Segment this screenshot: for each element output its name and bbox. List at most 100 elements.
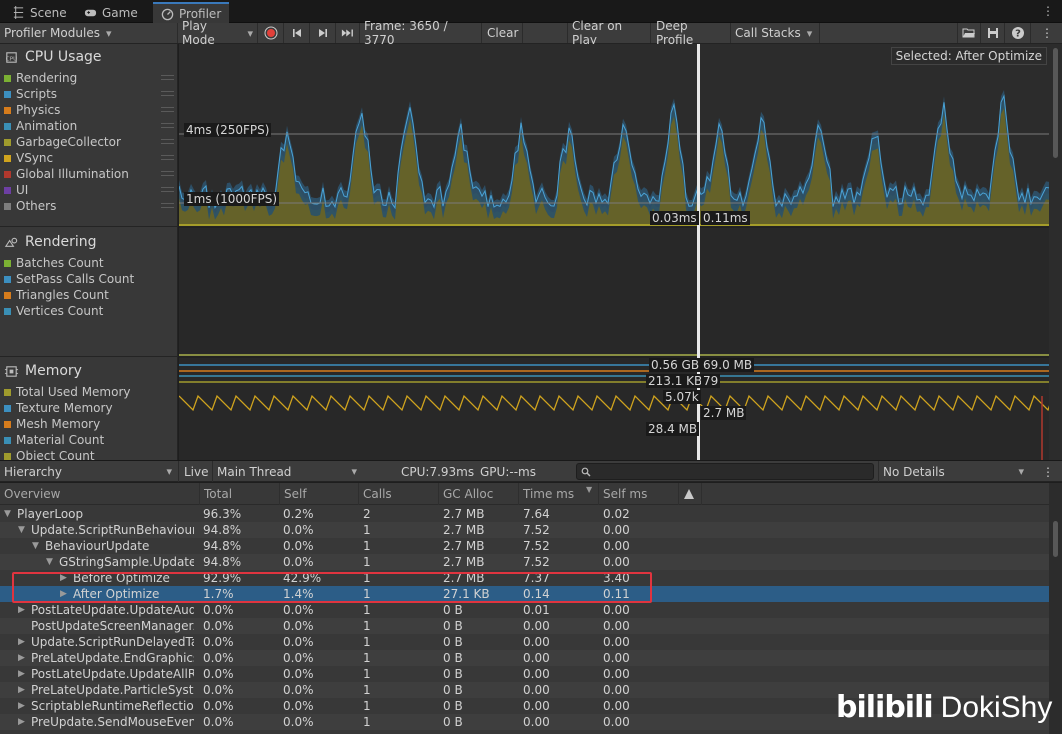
row-calls-cell: 2 (363, 507, 371, 521)
collapse-arrow-icon[interactable]: ▼ (4, 506, 11, 522)
search-input[interactable] (576, 463, 874, 480)
thread-dropdown[interactable]: Main Thread (213, 461, 363, 482)
module-series-item[interactable]: Total Used Memory (0, 384, 178, 400)
collapse-arrow-icon[interactable]: ▼ (18, 522, 25, 538)
module-series-item[interactable]: Triangles Count (0, 287, 178, 303)
module-series-item[interactable]: Texture Memory (0, 400, 178, 416)
more-options-icon[interactable]: ⋮ (1035, 23, 1059, 43)
cpu-1ms-label: 1ms (1000FPS) (184, 192, 280, 206)
module-series-item[interactable]: SetPass Calls Count (0, 271, 178, 287)
play-mode-dropdown[interactable]: Play Mode (178, 19, 258, 47)
view-type-dropdown[interactable]: Hierarchy (0, 461, 179, 482)
column-self[interactable]: Self (279, 483, 358, 505)
memory-module[interactable]: Memory Total Used Memory Texture Memory Me… (0, 357, 178, 463)
table-row[interactable]: ▶ PostLateUpdate.UpdateAllRe 0.0% 0.0% 1 0 B 0… (0, 666, 1049, 682)
rendering-module[interactable]: Rendering Batches Count SetPass Calls Cou… (0, 227, 178, 357)
help-button[interactable]: ? (1005, 23, 1031, 43)
row-total-cell: 0.0% (203, 699, 234, 713)
tab-scene[interactable]: Scene (4, 2, 75, 23)
expand-arrow-icon[interactable]: ▶ (18, 602, 25, 618)
column-gc-alloc[interactable]: GC Alloc (438, 483, 518, 505)
scrollbar-thumb[interactable] (1053, 48, 1058, 158)
module-series-item[interactable]: Physics (0, 102, 178, 118)
module-series-item[interactable]: VSync (0, 150, 178, 166)
row-gc-cell: 0 B (443, 651, 463, 665)
series-label: GarbageCollector (16, 135, 121, 149)
scrollbar-thumb[interactable] (1053, 521, 1058, 557)
row-total-cell: 94.8% (203, 539, 242, 553)
cpu-usage-chart[interactable] (179, 44, 1049, 227)
module-series-item[interactable]: Batches Count (0, 255, 178, 271)
column-self-ms[interactable]: Self ms (598, 483, 678, 505)
module-items: Rendering Scripts Physics Animation GarbageC… (0, 70, 178, 214)
drag-handle-icon[interactable] (161, 187, 174, 192)
drag-handle-icon[interactable] (161, 123, 174, 128)
previous-frame-button[interactable] (284, 23, 310, 43)
tab-game[interactable]: Game (76, 2, 146, 23)
row-time-cell: 0.00 (523, 667, 550, 681)
column-total[interactable]: Total (199, 483, 279, 505)
module-series-item[interactable]: Material Count (0, 432, 178, 448)
drag-handle-icon[interactable] (161, 155, 174, 160)
module-series-item[interactable]: Rendering (0, 70, 178, 86)
collapse-arrow-icon[interactable]: ▼ (32, 538, 39, 554)
expand-arrow-icon[interactable]: ▶ (18, 714, 25, 730)
row-self-cell: 0.0% (283, 683, 314, 697)
module-series-item[interactable]: Vertices Count (0, 303, 178, 319)
current-frame-button[interactable] (336, 23, 360, 43)
profiler-charts-area[interactable]: Selected: After Optimize 4ms (250FPS) 1m… (179, 44, 1049, 460)
module-series-item[interactable]: Mesh Memory (0, 416, 178, 432)
expand-arrow-icon[interactable]: ▶ (18, 666, 25, 682)
column-calls[interactable]: Calls (358, 483, 438, 505)
table-row[interactable]: ▶ Update.ScriptRunDelayedTas 0.0% 0.0% 1 0 B 0… (0, 634, 1049, 650)
column-warning[interactable] (678, 483, 702, 505)
record-button[interactable] (258, 23, 284, 43)
save-button[interactable] (981, 23, 1005, 43)
module-series-item[interactable]: GarbageCollector (0, 134, 178, 150)
expand-arrow-icon[interactable]: ▶ (18, 650, 25, 666)
profiler-modules-dropdown[interactable]: Profiler Modules (0, 23, 178, 43)
expand-arrow-icon[interactable]: ▶ (18, 634, 25, 650)
live-toggle[interactable]: Live (180, 461, 213, 482)
deep-profile-toggle[interactable]: Deep Profile (652, 19, 731, 47)
drag-handle-icon[interactable] (161, 139, 174, 144)
call-stacks-dropdown[interactable]: Call Stacks (731, 23, 820, 43)
table-row[interactable]: ▶ PreLateUpdate.EndGraphicsJ 0.0% 0.0% 1 0 B 0… (0, 650, 1049, 666)
row-calls-cell: 1 (363, 555, 371, 569)
details-more-icon[interactable]: ⋮ (1038, 461, 1058, 482)
next-frame-button[interactable] (310, 23, 336, 43)
drag-handle-icon[interactable] (161, 107, 174, 112)
row-total-cell: 0.0% (203, 651, 234, 665)
module-series-item[interactable]: Animation (0, 118, 178, 134)
charts-scrollbar[interactable] (1049, 44, 1062, 460)
module-series-item[interactable]: Others (0, 198, 178, 214)
clear-button[interactable]: Clear (483, 23, 523, 43)
module-series-item[interactable]: Global Illumination (0, 166, 178, 182)
table-row[interactable]: ▼ Update.ScriptRunBehaviourU 94.8% 0.0% 1 2.7… (0, 522, 1049, 538)
collapse-arrow-icon[interactable]: ▼ (46, 554, 53, 570)
memory-chart[interactable] (179, 354, 1049, 460)
column-overview[interactable]: Overview (0, 483, 199, 505)
row-gc-cell: 0 B (443, 603, 463, 617)
table-row[interactable]: ▼ BehaviourUpdate 94.8% 0.0% 1 2.7 MB 7.52 0.00 (0, 538, 1049, 554)
table-row[interactable]: ▶ PostLateUpdate.UpdateAudio 0.0% 0.0% 1 0 B 0… (0, 602, 1049, 618)
cpu-usage-module[interactable]: CPU CPU Usage Rendering Scripts Physics Ani… (0, 44, 178, 227)
table-row[interactable]: PostUpdateScreenManagerAi 0.0% 0.0% 1 0 B 0.0… (0, 618, 1049, 634)
window-menu-icon[interactable]: ⋮ (1042, 4, 1054, 18)
drag-handle-icon[interactable] (161, 171, 174, 176)
clear-on-play-toggle[interactable]: Clear on Play (567, 19, 651, 47)
load-button[interactable] (957, 23, 981, 43)
drag-handle-icon[interactable] (161, 203, 174, 208)
expand-arrow-icon[interactable]: ▶ (18, 682, 25, 698)
drag-handle-icon[interactable] (161, 91, 174, 96)
row-selfms-cell: 0.00 (603, 667, 630, 681)
series-color-swatch (4, 453, 11, 460)
table-row[interactable]: ▼ GStringSample.Update() 94.8% 0.0% 1 2.7 MB 7… (0, 554, 1049, 570)
drag-handle-icon[interactable] (161, 75, 174, 80)
rendering-chart[interactable] (179, 228, 1049, 357)
table-row[interactable]: ▼ PlayerLoop 96.3% 0.2% 2 2.7 MB 7.64 0.02 (0, 506, 1049, 522)
details-dropdown[interactable]: No Details (878, 461, 1030, 482)
module-series-item[interactable]: Scripts (0, 86, 178, 102)
expand-arrow-icon[interactable]: ▶ (18, 698, 25, 714)
module-series-item[interactable]: UI (0, 182, 178, 198)
